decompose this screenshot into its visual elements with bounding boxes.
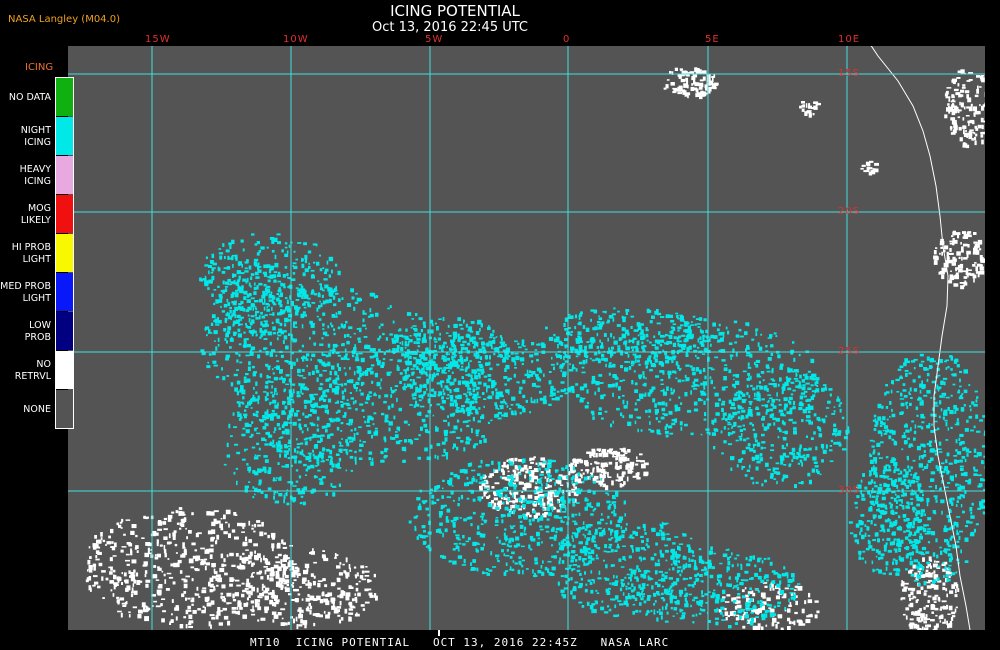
legend-item-label: NO RETRVL bbox=[14, 358, 51, 382]
satellite-map[interactable] bbox=[68, 46, 985, 630]
legend-item: MOG LIKELY bbox=[0, 195, 75, 234]
lat-label: 20S bbox=[838, 206, 861, 217]
lon-label: 0 bbox=[563, 34, 571, 45]
legend-swatch bbox=[56, 312, 73, 350]
legend-swatch bbox=[56, 273, 73, 311]
lat-label: 15S bbox=[838, 68, 861, 79]
legend-item-label: MED PROB LIGHT bbox=[0, 280, 51, 304]
legend-item-label: NO DATA bbox=[8, 91, 51, 103]
map-canvas bbox=[68, 46, 985, 630]
legend-item-label: HEAVY ICING bbox=[19, 163, 51, 187]
legend-title: ICING bbox=[25, 62, 54, 73]
legend-item-label: LOW PROB bbox=[24, 319, 51, 343]
lon-label: 5E bbox=[705, 34, 720, 45]
legend-item: NO RETRVL bbox=[0, 351, 75, 390]
lon-label: 10E bbox=[838, 34, 861, 45]
legend-item-label: MOG LIKELY bbox=[20, 202, 51, 226]
legend-item: NONE bbox=[0, 390, 75, 429]
legend-item: LOW PROB bbox=[0, 312, 75, 351]
legend-item: NO DATA bbox=[0, 78, 75, 117]
legend-swatch bbox=[56, 156, 73, 194]
legend-swatch bbox=[56, 195, 73, 233]
map-title: ICING POTENTIAL bbox=[390, 2, 520, 20]
lon-label: 5W bbox=[425, 34, 444, 45]
legend-item-label: NONE bbox=[23, 403, 51, 415]
legend-swatch bbox=[56, 117, 73, 155]
footer-caption: MT10 ICING POTENTIAL OCT 13, 2016 22:45Z… bbox=[250, 636, 670, 649]
legend-item-label: HI PROB LIGHT bbox=[11, 241, 51, 265]
map-subtitle: Oct 13, 2016 22:45 UTC bbox=[372, 20, 528, 35]
legend-swatch bbox=[56, 390, 73, 428]
legend-item: HEAVY ICING bbox=[0, 156, 75, 195]
lon-label: 15W bbox=[145, 34, 171, 45]
legend-item: HI PROB LIGHT bbox=[0, 234, 75, 273]
legend-swatch bbox=[56, 351, 73, 389]
legend-swatch bbox=[56, 234, 73, 272]
night-icing-areas bbox=[199, 233, 985, 629]
lon-label: 10W bbox=[283, 34, 309, 45]
legend-item-label: NIGHT ICING bbox=[20, 124, 51, 148]
legend-swatch bbox=[56, 78, 73, 116]
lat-label: 30S bbox=[838, 485, 861, 496]
lat-label: 25S bbox=[838, 346, 861, 357]
lat-lon-grid bbox=[68, 46, 985, 630]
legend-item: NIGHT ICING bbox=[0, 117, 75, 156]
legend-item: MED PROB LIGHT bbox=[0, 273, 75, 312]
